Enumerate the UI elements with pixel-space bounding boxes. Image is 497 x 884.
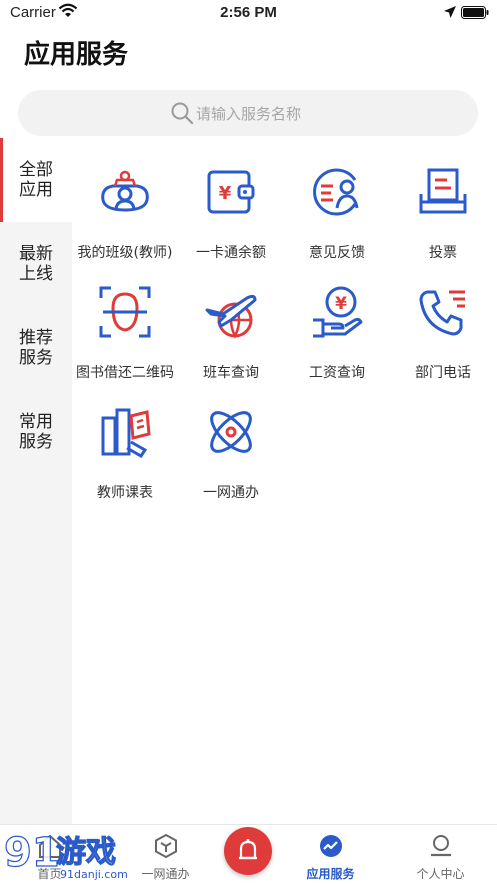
service-feedback[interactable]: 意见反馈	[284, 150, 390, 270]
service-label: 教师课表	[97, 485, 153, 501]
search-input[interactable]: 请输入服务名称	[18, 90, 478, 136]
status-bar: Carrier 2:56 PM	[0, 0, 497, 26]
service-label: 班车查询	[203, 365, 259, 381]
bell-icon	[239, 839, 257, 860]
tab-label: 个人中心	[416, 867, 465, 881]
svg-text:91: 91	[4, 830, 60, 876]
sidebar-tab-all[interactable]: 全部应用	[0, 138, 72, 222]
svg-text:游戏: 游戏	[56, 835, 116, 870]
svg-text:¥: ¥	[335, 294, 347, 314]
profile-icon	[431, 835, 451, 857]
service-my-class[interactable]: 我的班级(教师)	[72, 150, 178, 270]
vote-icon	[419, 168, 467, 214]
search-placeholder: 请输入服务名称	[196, 105, 302, 123]
hexagon-icon	[155, 833, 177, 859]
tab-profile[interactable]: 个人中心	[391, 825, 490, 884]
service-library-qrcode[interactable]: 图书借还二维码	[72, 270, 178, 390]
status-time: 2:56 PM	[220, 4, 277, 21]
service-one-stop[interactable]: 一网通办	[178, 390, 284, 510]
service-label: 我的班级(教师)	[77, 245, 173, 261]
sidebar-tab-label: 最新上线	[19, 244, 53, 284]
service-label: 一卡通余额	[196, 245, 266, 261]
service-label: 部门电话	[415, 365, 471, 381]
tab-app-service[interactable]: 应用服务	[281, 825, 380, 884]
sidebar-tab-frequent[interactable]: 常用服务	[0, 390, 72, 474]
page-title: 应用服务	[24, 40, 129, 70]
sidebar-tab-recommended[interactable]: 推荐服务	[0, 306, 72, 390]
sidebar-tab-new[interactable]: 最新上线	[0, 222, 72, 306]
svg-text:¥: ¥	[219, 183, 232, 204]
service-card-balance[interactable]: ¥ 一卡通余额	[178, 150, 284, 270]
tab-label: 应用服务	[306, 867, 355, 881]
location-arrow-icon	[444, 6, 456, 18]
category-sidebar: 全部应用 最新上线 推荐服务 常用服务	[0, 138, 72, 824]
battery-icon	[461, 6, 489, 19]
face-scan-icon	[99, 286, 151, 338]
service-label: 图书借还二维码	[76, 365, 174, 381]
svg-text:91danji.com: 91danji.com	[60, 868, 128, 881]
watermark-logo: 91 游戏 91danji.com	[3, 829, 128, 881]
service-label: 投票	[429, 245, 457, 261]
timetable-icon	[101, 408, 151, 458]
service-teacher-timetable[interactable]: 教师课表	[72, 390, 178, 510]
service-label: 工资查询	[309, 365, 365, 381]
sidebar-tab-label: 全部应用	[19, 160, 53, 200]
center-bell-button[interactable]	[224, 827, 272, 875]
airplane-globe-icon	[205, 294, 257, 339]
sidebar-tab-label: 常用服务	[19, 412, 53, 452]
phone-icon	[419, 290, 465, 336]
service-shuttle-bus[interactable]: 班车查询	[178, 270, 284, 390]
wallet-icon: ¥	[207, 170, 255, 214]
service-label: 意见反馈	[309, 245, 365, 261]
feedback-icon	[313, 168, 359, 216]
salary-icon: ¥	[313, 286, 363, 338]
sidebar-tab-label: 推荐服务	[19, 328, 53, 368]
service-label: 一网通办	[203, 485, 259, 501]
app-service-icon	[320, 835, 342, 857]
orbit-icon	[210, 411, 252, 453]
service-salary[interactable]: ¥ 工资查询	[284, 270, 390, 390]
service-vote[interactable]: 投票	[390, 150, 496, 270]
search-icon	[171, 102, 194, 125]
class-icon	[101, 170, 149, 212]
service-department-phone[interactable]: 部门电话	[390, 270, 496, 390]
